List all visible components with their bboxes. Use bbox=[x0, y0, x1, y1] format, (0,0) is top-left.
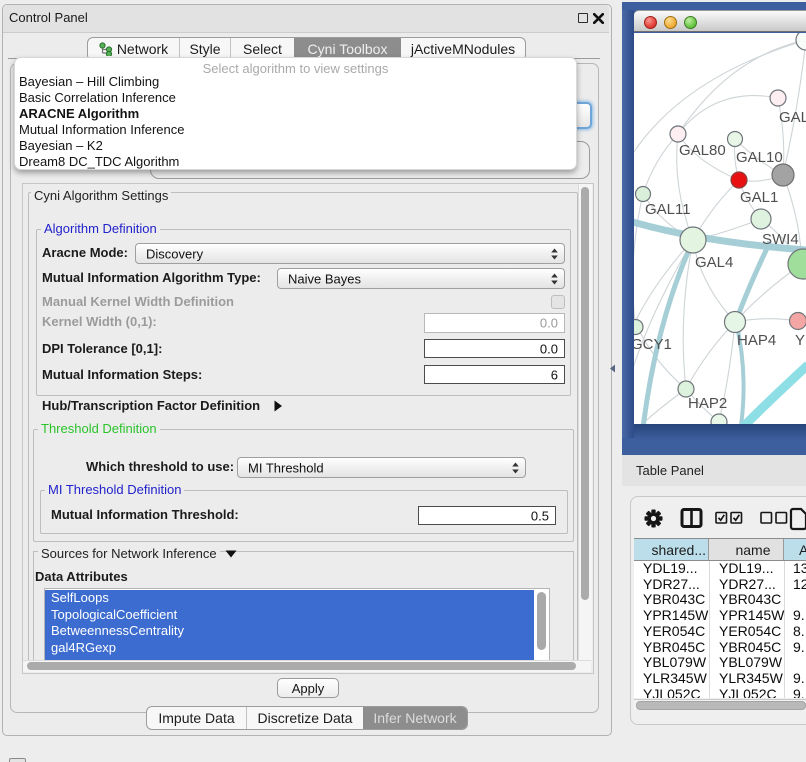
svg-text:GAL10: GAL10 bbox=[736, 149, 783, 166]
svg-text:GAL1: GAL1 bbox=[740, 189, 778, 206]
svg-text:HAP2: HAP2 bbox=[688, 395, 727, 412]
svg-text:GCY1: GCY1 bbox=[634, 336, 672, 353]
svg-text:GAL4: GAL4 bbox=[695, 254, 733, 271]
svg-text:GAL2: GAL2 bbox=[779, 109, 806, 126]
svg-text:GAL80: GAL80 bbox=[679, 142, 726, 159]
svg-text:Y: Y bbox=[795, 332, 805, 349]
svg-text:SWI4: SWI4 bbox=[762, 231, 799, 248]
svg-text:GAL11: GAL11 bbox=[645, 201, 691, 218]
svg-text:HAP4: HAP4 bbox=[737, 332, 776, 349]
